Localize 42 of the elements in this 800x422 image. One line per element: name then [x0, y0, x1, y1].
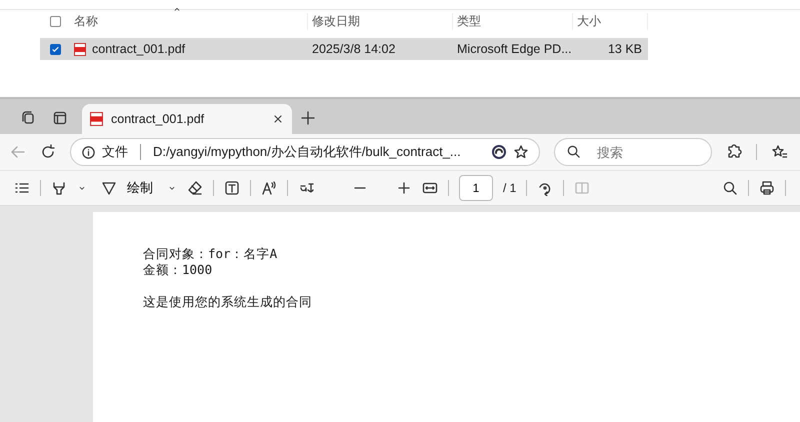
pdf-file-icon [74, 42, 86, 56]
window-icon[interactable] [52, 110, 68, 126]
document-text: 这是使用您的系统生成的合同 [143, 294, 313, 310]
workspaces-icon[interactable] [20, 110, 36, 126]
text-box-icon[interactable] [224, 180, 240, 196]
star-icon[interactable] [513, 144, 529, 160]
highlighter-icon[interactable] [51, 180, 67, 196]
file-size: 13 KB [606, 42, 643, 56]
zoom-in-icon[interactable] [396, 180, 412, 196]
scheme-label: 文件 [102, 143, 128, 161]
column-header[interactable]: 类型 [453, 12, 573, 30]
column-header[interactable]: 大小 [573, 12, 648, 30]
refresh-icon[interactable] [40, 144, 56, 160]
file-row[interactable]: contract_001.pdf 2025/3/8 14:02 Microsoft Edge PD... 13 KB [40, 38, 648, 60]
modified-date: 2025/3/8 14:02 [311, 42, 396, 56]
pdf-file-icon [90, 112, 103, 126]
read-aloud-icon[interactable] [261, 180, 277, 196]
document-text: 金额：1000 [143, 262, 214, 278]
draw-icon [101, 180, 117, 196]
extensions-icon[interactable] [726, 144, 742, 160]
address-bar[interactable]: 文件 D:/yangyi/mypython/办公自动化软件/bulk_contract_... [70, 138, 540, 166]
file-type: Microsoft Edge PD... [456, 42, 573, 56]
fit-width-icon[interactable] [422, 180, 438, 196]
search-icon[interactable] [722, 180, 738, 196]
favorites-icon[interactable] [771, 144, 787, 160]
select-all-checkbox[interactable] [50, 16, 61, 26]
url-text: D:/yangyi/mypython/办公自动化软件/bulk_contract_... [153, 143, 462, 161]
plus-icon[interactable] [300, 110, 316, 126]
page-number-field[interactable]: 1 [459, 175, 493, 201]
info-icon[interactable] [81, 144, 96, 160]
search-field[interactable]: 搜索 [554, 138, 712, 166]
close-icon[interactable] [272, 113, 284, 125]
row-checkbox[interactable] [50, 44, 61, 54]
column-header[interactable]: 名称 [70, 12, 308, 30]
column-header[interactable]: 修改日期 [308, 12, 453, 30]
page-total: / 1 [503, 181, 516, 195]
file-name: contract_001.pdf [92, 42, 186, 56]
print-icon[interactable] [759, 180, 775, 196]
document-text: 合同对象：for：名字A [143, 246, 278, 262]
draw-button[interactable]: 绘制 [97, 179, 157, 197]
eraser-icon[interactable] [187, 180, 203, 196]
browser-tab[interactable]: contract_001.pdf [82, 104, 292, 134]
